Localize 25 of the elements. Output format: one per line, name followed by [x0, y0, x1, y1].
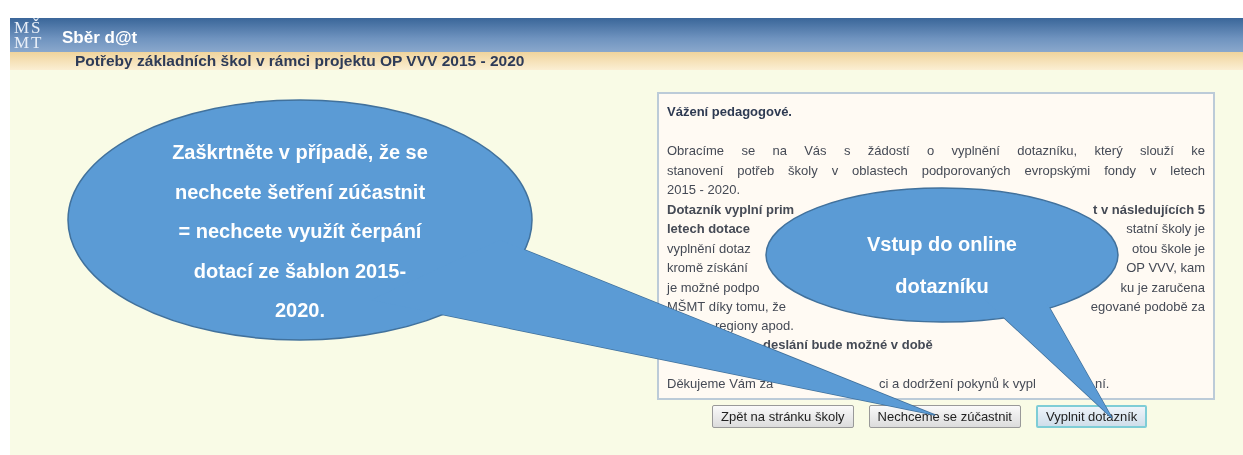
paragraph-fragment: kromě získání — [667, 260, 748, 276]
paragraph-fragment: statní školy je — [1126, 221, 1205, 237]
paragraph-line: Obracíme se na Vás s žádostí o vyplnění dotazníku, který slouží ke — [667, 143, 1205, 159]
paragraph-line: 2015 - 2020. — [667, 182, 740, 198]
paragraph-fragment: ci a dodržení pokynů k vypl — [879, 376, 1036, 391]
callout-text: Zaškrtněte v případě, že se nechcete šetření zúčastnit = nechcete využít čerpání dotací ze šablon 2015- 2020. — [171, 140, 429, 323]
paragraph-fragment: t v následujících 5 — [1093, 201, 1205, 217]
paragraph-fragment: ní. — [1095, 376, 1110, 391]
paragraph-fragment: vyplnění dotaz — [667, 240, 751, 256]
app-title: Sběr d@t — [62, 28, 138, 48]
paragraph-fragment: egované podobě za — [1090, 299, 1205, 315]
paragraph-fragment: ku je zaručena — [1120, 279, 1205, 295]
page-subtitle: Potřeby základních škol v rámci projektu OP VVV 2015 - 2020 — [75, 52, 525, 70]
action-button[interactable]: Nechceme se zúčastnit — [868, 405, 1021, 428]
paragraph-fragment: otou škole je — [1132, 240, 1205, 256]
logo: MŠMT — [14, 20, 45, 50]
callout-text: Vstup do online dotazníku — [866, 232, 1018, 299]
paragraph-fragment: Dotazník vyplní prim — [667, 201, 795, 217]
paragraph-fragment: letech dotace — [667, 221, 751, 237]
paragraph-line: stanovení potřeb školy v oblastech podporovaných evropskými fondy v letech — [667, 162, 1205, 178]
greeting-heading: Vážení pedagogové. — [667, 104, 792, 120]
action-button[interactable]: Zpět na stránku školy — [712, 405, 854, 428]
paragraph-fragment: OP VVV, kam — [1126, 260, 1205, 276]
action-button[interactable]: Vyplnit dotazník — [1035, 405, 1148, 428]
paragraph-fragment: je možné podpo — [667, 279, 760, 295]
